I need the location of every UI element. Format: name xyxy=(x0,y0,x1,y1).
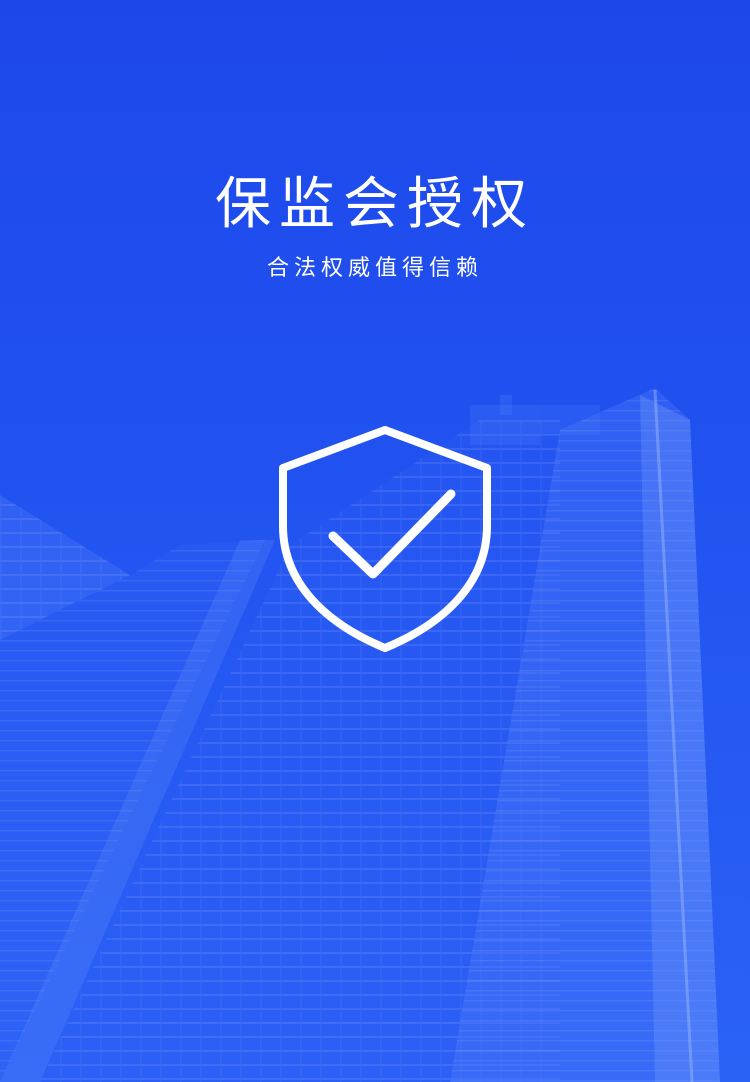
authorization-splash: 保监会授权 合法权威值得信赖 xyxy=(0,0,750,1082)
page-subtitle: 合法权威值得信赖 xyxy=(266,256,483,281)
page-title: 保监会授权 xyxy=(215,172,535,237)
shield-check-icon xyxy=(279,426,491,652)
